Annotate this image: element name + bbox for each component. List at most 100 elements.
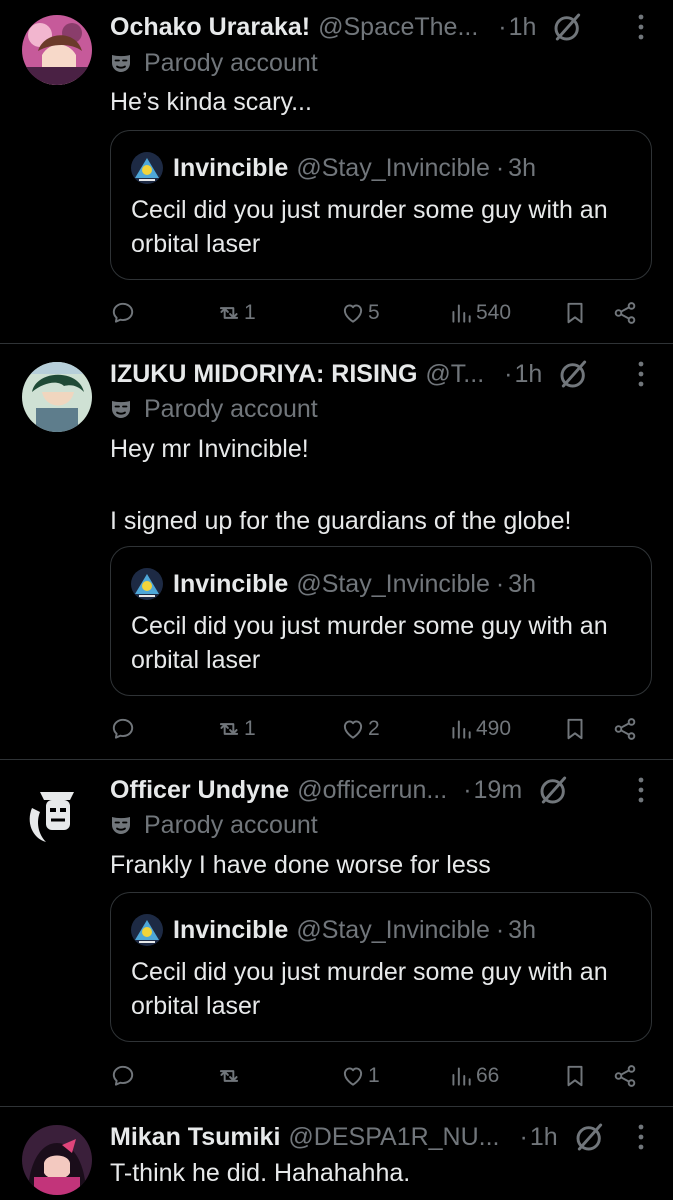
tweet[interactable]: Mikan Tsumiki @DESPA1R_NU... · 1h T-thin…	[0, 1107, 673, 1200]
quoted-author-name: Invincible	[173, 569, 289, 598]
quoted-author-handle: @Stay_Invincible	[296, 569, 490, 598]
share-button[interactable]	[612, 711, 638, 747]
share-icon	[612, 300, 638, 326]
author-handle[interactable]: @T...	[425, 360, 484, 389]
like-count: 1	[368, 1064, 380, 1087]
share-icon	[612, 1063, 638, 1089]
parody-mask-icon	[110, 52, 132, 74]
separator-dot: ·	[495, 569, 505, 598]
retweet-icon	[216, 1063, 242, 1089]
tweet-text: T-think he did. Hahahahha.	[110, 1159, 411, 1187]
reply-button[interactable]	[110, 295, 136, 331]
retweet-icon	[216, 300, 242, 326]
more-icon[interactable]	[637, 775, 645, 805]
quoted-text: Cecil did you just murder some guy with …	[131, 958, 608, 1020]
views-button[interactable]: 540	[448, 295, 511, 331]
retweet-button[interactable]	[216, 1058, 244, 1094]
quoted-timestamp: 3h	[508, 915, 536, 944]
reply-icon	[110, 716, 136, 742]
quoted-author-handle: @Stay_Invincible	[296, 915, 490, 944]
like-button[interactable]: 1	[340, 1058, 380, 1094]
grok-icon[interactable]	[558, 358, 590, 390]
retweet-icon	[216, 716, 242, 742]
reply-button[interactable]	[110, 711, 136, 747]
share-button[interactable]	[612, 1058, 638, 1094]
avatar[interactable]	[22, 778, 92, 848]
timestamp[interactable]: 1h	[509, 13, 537, 42]
action-bar: 1 2 490	[110, 711, 650, 747]
tweet[interactable]: Officer Undyne @officerrun... · 19m Paro…	[0, 760, 673, 1107]
author-handle[interactable]: @DESPA1R_NU...	[288, 1123, 499, 1152]
retweet-count: 1	[244, 717, 256, 740]
avatar[interactable]	[22, 362, 92, 432]
bookmark-icon	[562, 716, 588, 742]
views-icon	[448, 716, 474, 742]
tweet-text: He’s kinda scary...	[110, 88, 312, 116]
quoted-tweet[interactable]: Invincible @Stay_Invincible · 3h Cecil d…	[110, 130, 652, 280]
avatar[interactable]	[22, 1125, 92, 1195]
retweet-button[interactable]: 1	[216, 711, 256, 747]
timestamp[interactable]: 1h	[530, 1123, 558, 1152]
reply-icon	[110, 300, 136, 326]
bookmark-button[interactable]	[562, 1058, 588, 1094]
separator-dot: ·	[519, 1122, 528, 1151]
parody-label: Parody account	[110, 394, 318, 424]
bookmark-button[interactable]	[562, 295, 588, 331]
tweet-text: Frankly I have done worse for less	[110, 851, 491, 879]
avatar[interactable]	[22, 15, 92, 85]
view-count: 540	[476, 301, 512, 324]
parody-mask-icon	[110, 398, 132, 420]
like-icon	[340, 716, 366, 742]
bookmark-icon	[562, 1063, 588, 1089]
views-icon	[448, 1063, 474, 1089]
quoted-text: Cecil did you just murder some guy with …	[131, 612, 608, 674]
quoted-avatar[interactable]	[131, 152, 163, 184]
author-handle[interactable]: @officerrun...	[297, 776, 447, 805]
parody-label: Parody account	[110, 48, 318, 78]
tweet[interactable]: Ochako Uraraka! @SpaceThe... · 1h Parody…	[0, 0, 673, 344]
views-icon	[448, 300, 474, 326]
parody-mask-icon	[110, 814, 132, 836]
more-icon[interactable]	[637, 359, 645, 389]
separator-dot: ·	[463, 775, 472, 804]
more-icon[interactable]	[637, 1122, 645, 1152]
views-button[interactable]: 490	[448, 711, 511, 747]
grok-icon[interactable]	[538, 774, 570, 806]
retweet-count: 1	[244, 301, 256, 324]
quoted-tweet[interactable]: Invincible @Stay_Invincible · 3h Cecil d…	[110, 892, 652, 1042]
like-count: 5	[368, 301, 380, 324]
separator-dot: ·	[504, 359, 513, 388]
author-handle[interactable]: @SpaceThe...	[318, 13, 478, 42]
quoted-avatar[interactable]	[131, 914, 163, 946]
action-bar: 1 5 540	[110, 295, 650, 331]
bookmark-button[interactable]	[562, 711, 588, 747]
author-name[interactable]: IZUKU MIDORIYA: RISING	[110, 360, 417, 389]
like-button[interactable]: 2	[340, 711, 380, 747]
timestamp[interactable]: 1h	[514, 360, 542, 389]
reply-button[interactable]	[110, 1058, 136, 1094]
tweet[interactable]: IZUKU MIDORIYA: RISING @T... · 1h Parody…	[0, 344, 673, 760]
action-bar: 1 66	[110, 1058, 650, 1094]
retweet-button[interactable]: 1	[216, 295, 256, 331]
separator-dot: ·	[495, 915, 505, 944]
timestamp[interactable]: 19m	[474, 776, 523, 805]
quoted-avatar[interactable]	[131, 568, 163, 600]
views-button[interactable]: 66	[448, 1058, 499, 1094]
more-icon[interactable]	[637, 12, 645, 42]
grok-icon[interactable]	[574, 1121, 606, 1153]
view-count: 490	[476, 717, 512, 740]
quoted-author-name: Invincible	[173, 915, 289, 944]
separator-dot: ·	[495, 153, 505, 182]
view-count: 66	[476, 1064, 500, 1087]
share-button[interactable]	[612, 295, 638, 331]
quoted-tweet[interactable]: Invincible @Stay_Invincible · 3h Cecil d…	[110, 546, 652, 696]
author-name[interactable]: Mikan Tsumiki	[110, 1123, 280, 1152]
parody-label: Parody account	[110, 810, 318, 840]
quoted-timestamp: 3h	[508, 153, 536, 182]
author-name[interactable]: Ochako Uraraka!	[110, 13, 310, 42]
quoted-author-name: Invincible	[173, 153, 289, 182]
grok-icon[interactable]	[552, 11, 584, 43]
like-button[interactable]: 5	[340, 295, 380, 331]
quoted-author-handle: @Stay_Invincible	[296, 153, 490, 182]
author-name[interactable]: Officer Undyne	[110, 776, 289, 805]
